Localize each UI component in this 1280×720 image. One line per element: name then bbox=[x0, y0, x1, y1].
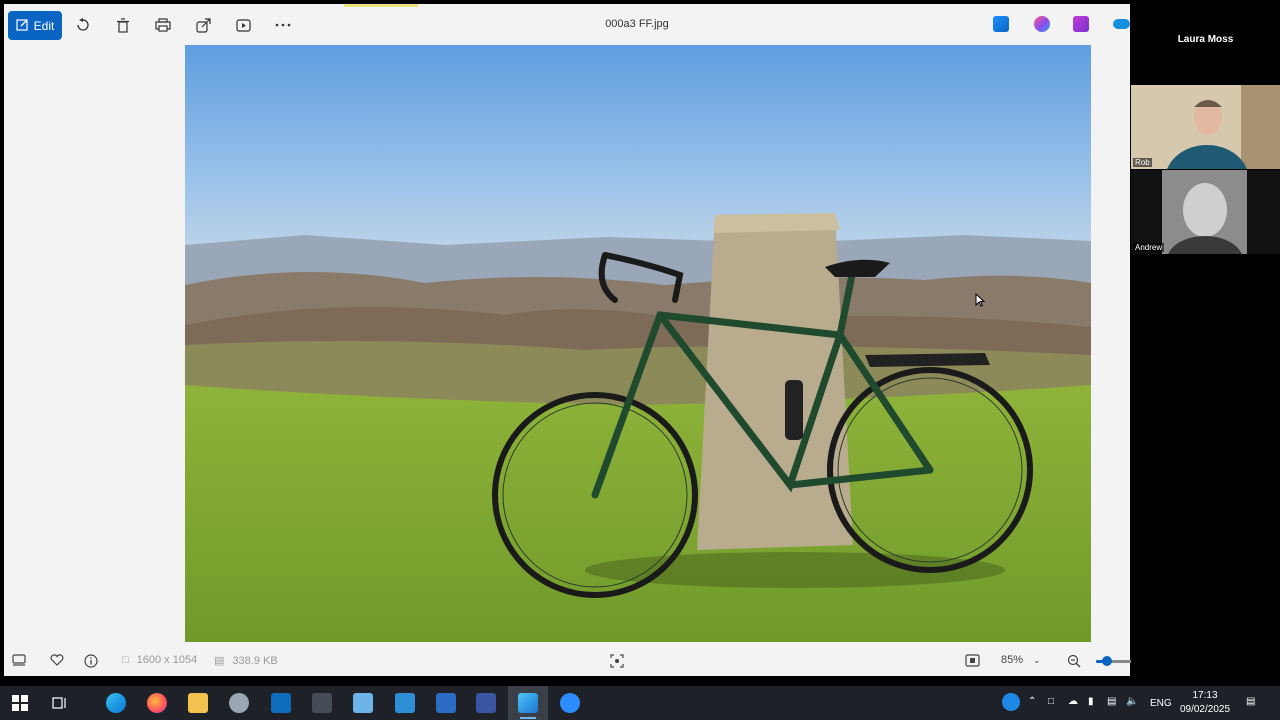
active-indicator bbox=[520, 717, 536, 719]
participant-video bbox=[1131, 170, 1280, 254]
clock-date: 09/02/2025 bbox=[1179, 704, 1231, 715]
zoom-dropdown[interactable]: 85% ⌄ bbox=[1001, 654, 1041, 666]
tray-app-icon[interactable]: □ bbox=[1048, 696, 1054, 707]
dimensions-icon: □ bbox=[122, 654, 129, 666]
photo-bicycle-trig-point bbox=[185, 45, 1091, 642]
print-icon[interactable] bbox=[154, 16, 172, 34]
zoom-slider-thumb[interactable] bbox=[1102, 656, 1112, 666]
clipchamp-icon[interactable] bbox=[1073, 16, 1089, 32]
zoom-out-icon[interactable] bbox=[1067, 654, 1081, 668]
rotate-icon[interactable] bbox=[74, 16, 92, 34]
file-size-text: 338.9 KB bbox=[232, 654, 278, 667]
favorite-icon[interactable] bbox=[50, 654, 64, 666]
copilot-icon[interactable] bbox=[1034, 16, 1050, 32]
participant-name: Andrew bbox=[1133, 243, 1165, 252]
slideshow-icon[interactable] bbox=[234, 16, 252, 34]
delete-icon[interactable] bbox=[114, 16, 132, 34]
dimensions-text: 1600 x 1054 bbox=[136, 654, 198, 666]
network-icon[interactable]: ▤ bbox=[1107, 696, 1116, 707]
fit-to-window-icon[interactable] bbox=[610, 654, 624, 668]
mouse-cursor bbox=[975, 292, 986, 312]
file-size: ▤ 338.9 KB bbox=[214, 654, 278, 668]
active-speaker-name: Laura Moss bbox=[1177, 34, 1234, 45]
clock-time: 17:13 bbox=[1192, 690, 1218, 701]
cloud-icon[interactable]: ☁ bbox=[1068, 696, 1078, 707]
visio-icon[interactable] bbox=[476, 693, 496, 713]
video-call-panel: Laura Moss Rob Andrew bbox=[1131, 0, 1280, 690]
word-icon[interactable] bbox=[436, 693, 456, 713]
info-icon[interactable] bbox=[84, 654, 98, 668]
edit-label: Edit bbox=[33, 18, 55, 33]
clock[interactable]: 17:13 09/02/2025 bbox=[1176, 689, 1234, 717]
task-view-icon[interactable] bbox=[50, 693, 70, 713]
app-icon[interactable] bbox=[229, 693, 249, 713]
chevron-down-icon: ⌄ bbox=[1033, 654, 1041, 665]
outlook-icon[interactable] bbox=[271, 693, 291, 713]
zoom-icon[interactable] bbox=[560, 693, 580, 713]
firefox-icon[interactable] bbox=[147, 693, 167, 713]
bottom-bar: □ 1600 x 1054 ▤ 338.9 KB 85% ⌄ bbox=[4, 646, 1264, 676]
help-icon[interactable] bbox=[1002, 693, 1020, 711]
toolbar: Edit 000a3 FF.jpg bbox=[4, 4, 1130, 46]
edit-button[interactable]: Edit bbox=[8, 11, 62, 40]
filmstrip-icon[interactable] bbox=[12, 654, 26, 666]
designer-icon[interactable] bbox=[993, 16, 1009, 32]
app-icon-3[interactable] bbox=[353, 693, 373, 713]
file-title: 000a3 FF.jpg bbox=[605, 18, 669, 30]
app-icon-2[interactable] bbox=[312, 693, 332, 713]
start-icon[interactable] bbox=[10, 693, 30, 713]
file-explorer-icon[interactable] bbox=[188, 693, 208, 713]
photos-icon[interactable] bbox=[518, 693, 538, 713]
participant-video bbox=[1131, 85, 1280, 169]
photo-viewer bbox=[185, 45, 1091, 642]
more-icon[interactable] bbox=[274, 16, 292, 34]
notifications-icon[interactable]: ▤ bbox=[1246, 696, 1255, 707]
participant-tile[interactable]: Rob bbox=[1131, 85, 1280, 169]
chevron-up-icon[interactable]: ⌃ bbox=[1028, 696, 1036, 707]
volume-icon[interactable]: 🔈 bbox=[1126, 696, 1138, 707]
battery-icon[interactable]: ▮ bbox=[1088, 696, 1094, 707]
edge-icon[interactable] bbox=[106, 693, 126, 713]
edit-icon bbox=[16, 18, 29, 34]
app-icon-4[interactable] bbox=[395, 693, 415, 713]
actual-size-icon[interactable] bbox=[965, 654, 980, 667]
participant-tile[interactable]: Andrew bbox=[1131, 170, 1280, 254]
windows-taskbar: ⌃ □ ☁ ▮ ▤ 🔈 ENG 17:13 09/02/2025 ▤ bbox=[0, 686, 1280, 720]
share-icon[interactable] bbox=[194, 16, 212, 34]
participant-name: Rob bbox=[1133, 158, 1152, 167]
language-indicator[interactable]: ENG bbox=[1150, 698, 1172, 709]
zoom-level: 85% bbox=[1001, 654, 1024, 666]
onedrive-icon[interactable] bbox=[1113, 19, 1130, 29]
photos-app-window: Edit 000a3 FF.jpg □ 1600 x 1054 ▤ 338.9 … bbox=[4, 4, 1264, 676]
file-size-icon: ▤ bbox=[214, 655, 225, 667]
image-dimensions: □ 1600 x 1054 bbox=[122, 654, 197, 666]
